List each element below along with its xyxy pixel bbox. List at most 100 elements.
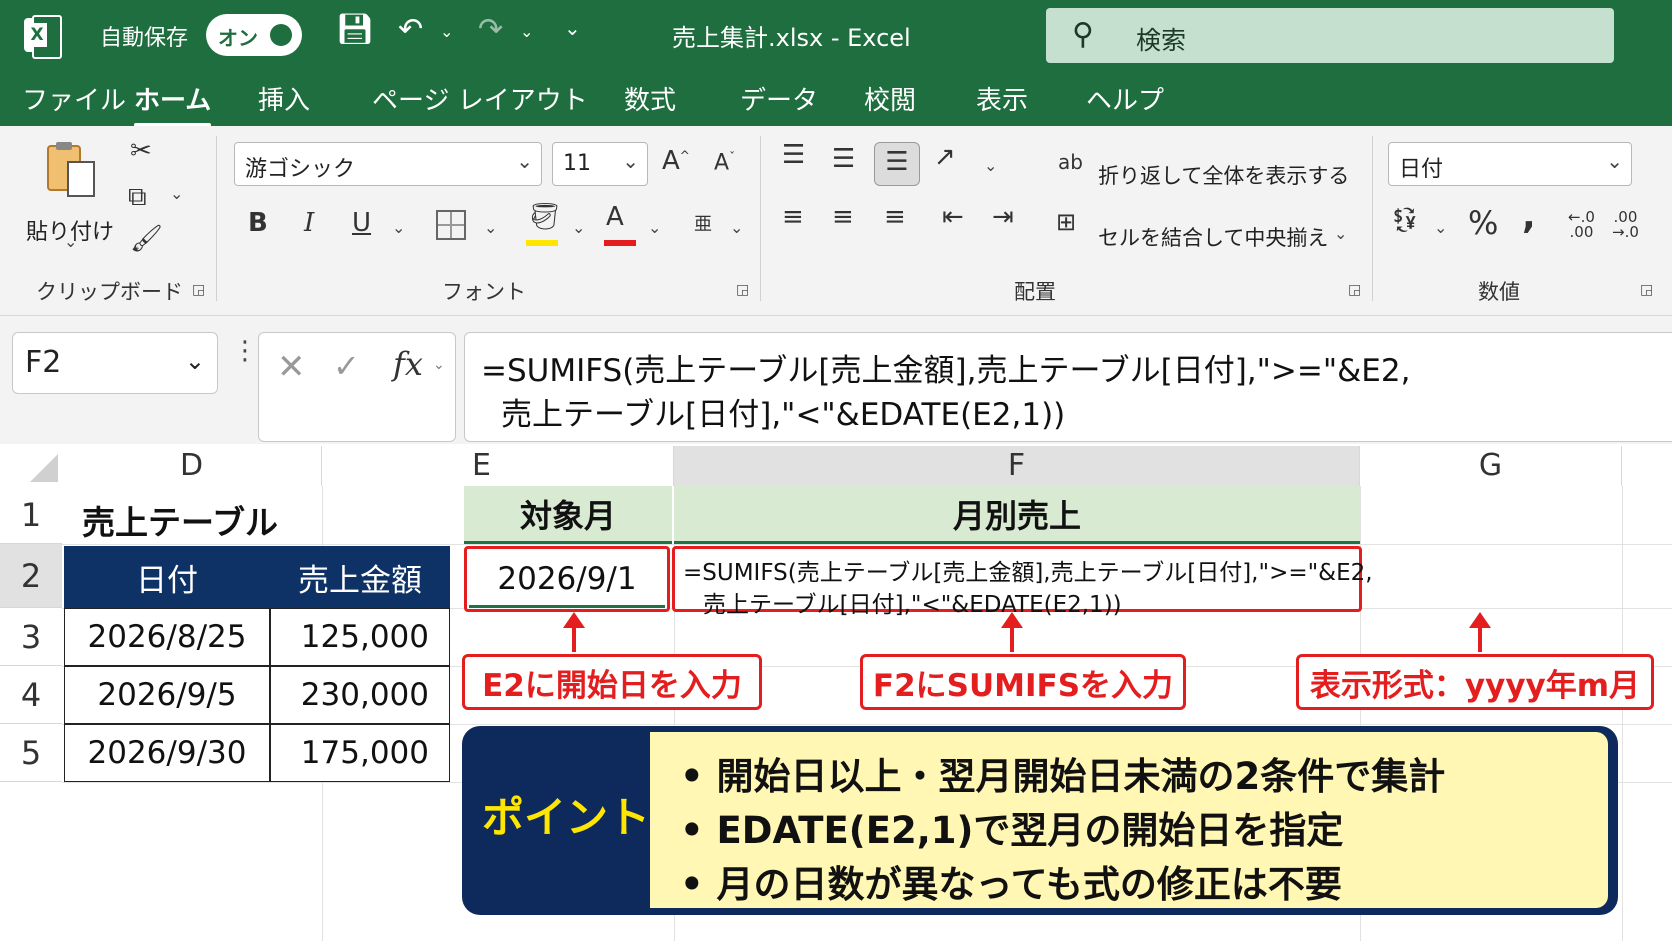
clipboard-launcher-icon[interactable]: ◲	[192, 282, 205, 298]
align-middle-icon[interactable]: ☰	[832, 144, 855, 174]
align-left-icon[interactable]: ≡	[782, 202, 804, 232]
table-cell-date[interactable]: 2026/9/5	[64, 666, 270, 724]
table-cell-date[interactable]: 2026/8/25	[64, 608, 270, 666]
enter-icon[interactable]: ✓	[333, 347, 360, 385]
table-header-date[interactable]: 日付	[64, 546, 270, 608]
more-options-icon[interactable]: ⋮	[232, 336, 258, 366]
row-header-3[interactable]: 3	[0, 608, 62, 666]
search-box[interactable]: ⚲ 検索	[1046, 8, 1614, 63]
fill-color-dropdown-icon[interactable]: ⌄	[572, 218, 585, 237]
underline-dropdown-icon[interactable]: ⌄	[392, 218, 405, 237]
row-header-2[interactable]: 2	[0, 544, 62, 608]
row-header-5[interactable]: 5	[0, 724, 62, 782]
table-cell-amount[interactable]: 230,000	[270, 666, 450, 724]
accounting-format-icon[interactable]: 💱︎	[1390, 206, 1420, 234]
phonetic-dropdown-icon[interactable]: ⌄	[730, 218, 743, 237]
font-name-dropdown[interactable]: 游ゴシック ⌄	[234, 142, 542, 186]
excel-logo-icon[interactable]: X	[24, 15, 62, 59]
undo-dropdown-icon[interactable]: ⌄	[440, 22, 453, 41]
tab-formulas[interactable]: 数式	[624, 80, 676, 117]
italic-button[interactable]: I	[304, 208, 314, 238]
row-header-4[interactable]: 4	[0, 666, 62, 724]
copy-icon[interactable]: ⧉	[128, 182, 147, 213]
undo-icon[interactable]: ↶	[398, 12, 423, 47]
table-header-amount[interactable]: 売上金額	[270, 546, 450, 608]
increase-decimal-icon[interactable]: ←.0.00	[1568, 210, 1595, 240]
cut-icon[interactable]: ✂	[130, 136, 152, 166]
cell-e2-start-date[interactable]: 2026/9/1	[464, 546, 670, 612]
font-launcher-icon[interactable]: ◲	[736, 282, 749, 298]
cell-f2-formula[interactable]: =SUMIFS(売上テーブル[売上金額],売上テーブル[日付],">="&E2,…	[672, 546, 1373, 618]
cancel-icon[interactable]: ✕	[277, 347, 306, 387]
tab-file[interactable]: ファイル	[22, 80, 126, 117]
copy-dropdown-icon[interactable]: ⌄	[170, 184, 183, 203]
merge-dropdown-icon[interactable]: ⌄	[1334, 224, 1347, 243]
grow-font-icon[interactable]: A^	[662, 146, 690, 176]
toggle-knob-icon	[270, 24, 292, 46]
tab-data[interactable]: データ	[740, 80, 818, 117]
orientation-dropdown-icon[interactable]: ⌄	[984, 156, 997, 175]
alignment-launcher-icon[interactable]: ◲	[1348, 282, 1361, 298]
point-bullet: • EDATE(E2,1)で翌月の開始日を指定	[680, 809, 1344, 852]
bold-button[interactable]: B	[248, 208, 268, 238]
tab-help[interactable]: ヘルプ	[1086, 80, 1164, 117]
align-right-icon[interactable]: ≡	[884, 202, 906, 232]
row-header-1[interactable]: 1	[0, 486, 62, 544]
tab-page-layout[interactable]: ページ レイアウト	[372, 80, 588, 117]
merge-center-icon[interactable]: ⊞	[1056, 208, 1076, 236]
font-color-dropdown-icon[interactable]: ⌄	[648, 218, 661, 237]
cell-f1-header[interactable]: 月別売上	[674, 486, 1360, 544]
shrink-font-icon[interactable]: Aˇ	[714, 150, 735, 175]
title-bar: X 自動保存 オン 💾︎ ↶ ⌄ ↷ ⌄ ⌄ 売上集計.xlsx - Excel…	[0, 0, 1672, 68]
paste-icon[interactable]	[44, 140, 98, 200]
borders-dropdown-icon[interactable]: ⌄	[484, 218, 497, 237]
format-painter-icon[interactable]: 🖌︎	[130, 224, 163, 254]
align-top-icon[interactable]: ☰	[782, 140, 805, 170]
align-bottom-icon[interactable]: ☰	[874, 142, 920, 186]
align-center-icon[interactable]: ≡	[832, 202, 854, 232]
phonetic-guide-icon[interactable]: 亜	[694, 210, 712, 236]
column-header-f[interactable]: F	[674, 446, 1360, 486]
tab-home[interactable]: ホーム	[134, 80, 212, 127]
save-icon[interactable]: 💾︎	[336, 12, 374, 47]
column-header-e[interactable]: E	[322, 446, 674, 486]
table-cell-amount[interactable]: 175,000	[270, 724, 450, 782]
chevron-down-icon: ⌄	[184, 347, 205, 375]
percent-style-button[interactable]: %	[1468, 204, 1498, 242]
wrap-text-button[interactable]: 折り返して全体を表示する	[1098, 160, 1349, 190]
number-format-dropdown[interactable]: 日付 ⌄	[1388, 142, 1632, 186]
tab-insert[interactable]: 挿入	[258, 80, 310, 117]
font-color-icon[interactable]: A	[606, 202, 624, 232]
formula-input[interactable]: =SUMIFS(売上テーブル[売上金額],売上テーブル[日付],">="&E2,…	[464, 332, 1672, 442]
fill-color-swatch	[526, 240, 558, 246]
orientation-icon[interactable]: ↗	[934, 142, 956, 172]
column-header-g[interactable]: G	[1360, 446, 1622, 486]
increase-indent-icon[interactable]: ⇥	[992, 202, 1014, 232]
borders-icon[interactable]	[436, 210, 466, 240]
merge-center-button[interactable]: セルを結合して中央揃え	[1098, 222, 1328, 252]
redo-dropdown-icon[interactable]: ⌄	[520, 22, 533, 41]
chevron-down-icon[interactable]: ⌄	[433, 357, 445, 373]
name-box[interactable]: F2 ⌄	[12, 332, 218, 394]
fill-color-icon[interactable]: 🪣︎	[528, 202, 561, 232]
column-header-d[interactable]: D	[62, 446, 322, 486]
decrease-decimal-icon[interactable]: .00 →.0	[1612, 210, 1639, 240]
decrease-indent-icon[interactable]: ⇤	[942, 202, 964, 232]
accounting-dropdown-icon[interactable]: ⌄	[1434, 218, 1447, 237]
select-all-corner[interactable]	[0, 446, 62, 486]
font-size-dropdown[interactable]: 11 ⌄	[552, 142, 648, 186]
comma-style-button[interactable]: ,	[1522, 196, 1536, 237]
customize-quick-access-icon[interactable]: ⌄	[564, 16, 581, 40]
underline-button[interactable]: U	[352, 208, 371, 238]
table-cell-amount[interactable]: 125,000	[270, 608, 450, 666]
tab-view[interactable]: 表示	[976, 80, 1028, 117]
autosave-toggle[interactable]: オン	[206, 14, 302, 56]
cell-e1-header[interactable]: 対象月	[464, 486, 672, 544]
paste-dropdown-icon[interactable]: ⌄	[64, 232, 77, 251]
wrap-text-icon[interactable]: ab	[1058, 150, 1083, 174]
number-launcher-icon[interactable]: ◲	[1640, 282, 1653, 298]
table-cell-date[interactable]: 2026/9/30	[64, 724, 270, 782]
redo-icon[interactable]: ↷	[478, 12, 503, 47]
tab-review[interactable]: 校閲	[864, 80, 916, 117]
insert-function-icon[interactable]: fx	[393, 345, 423, 383]
